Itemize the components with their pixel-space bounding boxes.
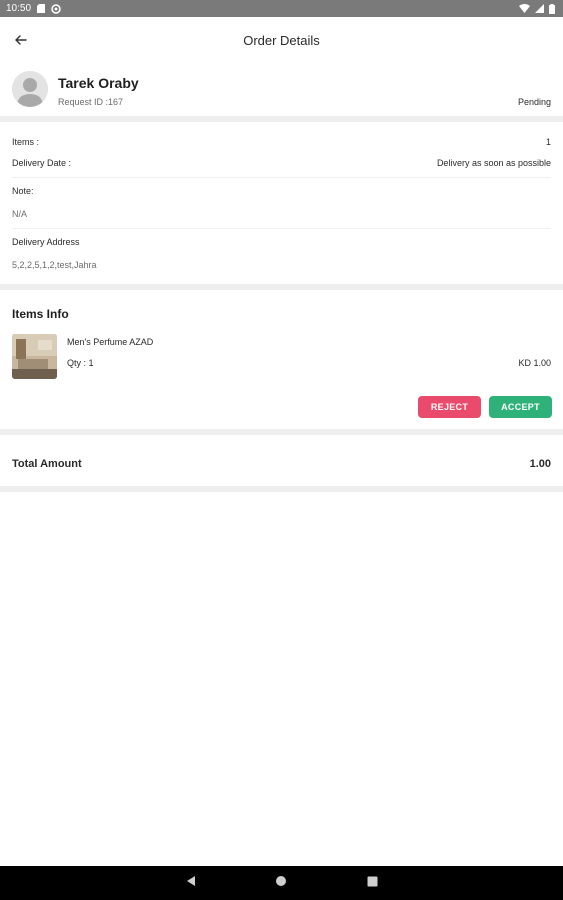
order-status: Pending <box>517 97 551 107</box>
divider <box>0 284 563 290</box>
total-amount-row: Total Amount 1.00 <box>0 437 563 486</box>
user-avatar-icon <box>12 71 48 107</box>
recents-square-icon <box>367 874 378 892</box>
nav-back-button[interactable] <box>183 875 199 891</box>
product-name: Men's Perfume AZAD <box>67 337 154 347</box>
delivery-address-value: 5,2,2,5,1,2,test,Jahra <box>12 260 97 270</box>
product-price: KD 1.00 <box>518 358 551 368</box>
customer-header: Tarek Oraby Request ID :167 Pending <box>0 63 563 116</box>
battery-icon <box>549 3 555 14</box>
delivery-date-label: Delivery Date : <box>12 158 72 168</box>
page-title: Order Details <box>243 32 320 48</box>
items-info-title: Items Info <box>12 307 69 321</box>
divider <box>0 429 563 435</box>
system-nav-bar <box>0 866 563 900</box>
back-button[interactable] <box>10 30 32 52</box>
back-arrow-icon <box>15 32 27 50</box>
nav-recents-button[interactable] <box>364 875 380 891</box>
order-details-card: Items : 1 Delivery Date : Delivery as so… <box>0 123 563 284</box>
nav-home-button[interactable] <box>273 875 289 891</box>
status-time: 10:50 <box>6 3 32 14</box>
delivery-address-label: Delivery Address <box>12 237 80 247</box>
items-count-label: Items : <box>12 137 40 147</box>
signal-icon <box>535 4 544 13</box>
note-value: N/A <box>12 209 28 219</box>
reject-button[interactable]: REJECT <box>418 396 481 418</box>
wifi-icon <box>519 4 530 13</box>
status-bar: 10:50 <box>0 0 563 17</box>
product-quantity: Qty : 1 <box>67 358 94 368</box>
divider <box>12 228 551 229</box>
product-thumbnail <box>12 334 57 379</box>
items-info-section: Items Info Men's Perfume AZAD Qty : 1 KD… <box>0 291 563 429</box>
divider <box>12 177 551 178</box>
back-triangle-icon <box>185 874 197 892</box>
order-details-screen: 10:50 Order Details Tarek Oraby Request … <box>0 0 563 900</box>
items-count-value: 1 <box>545 137 551 147</box>
app-bar: Order Details <box>0 17 563 64</box>
delivery-date-value: Delivery as soon as possible <box>436 158 551 168</box>
customer-name: Tarek Oraby <box>58 75 139 91</box>
divider <box>0 486 563 492</box>
total-amount-label: Total Amount <box>12 458 82 470</box>
home-circle-icon <box>275 874 287 892</box>
divider <box>0 116 563 122</box>
note-label: Note: <box>12 186 34 196</box>
request-id: Request ID :167 <box>58 97 124 107</box>
total-amount-value: 1.00 <box>529 458 551 470</box>
accept-button[interactable]: ACCEPT <box>489 396 552 418</box>
sd-card-icon <box>37 4 46 13</box>
sync-icon <box>51 3 61 14</box>
